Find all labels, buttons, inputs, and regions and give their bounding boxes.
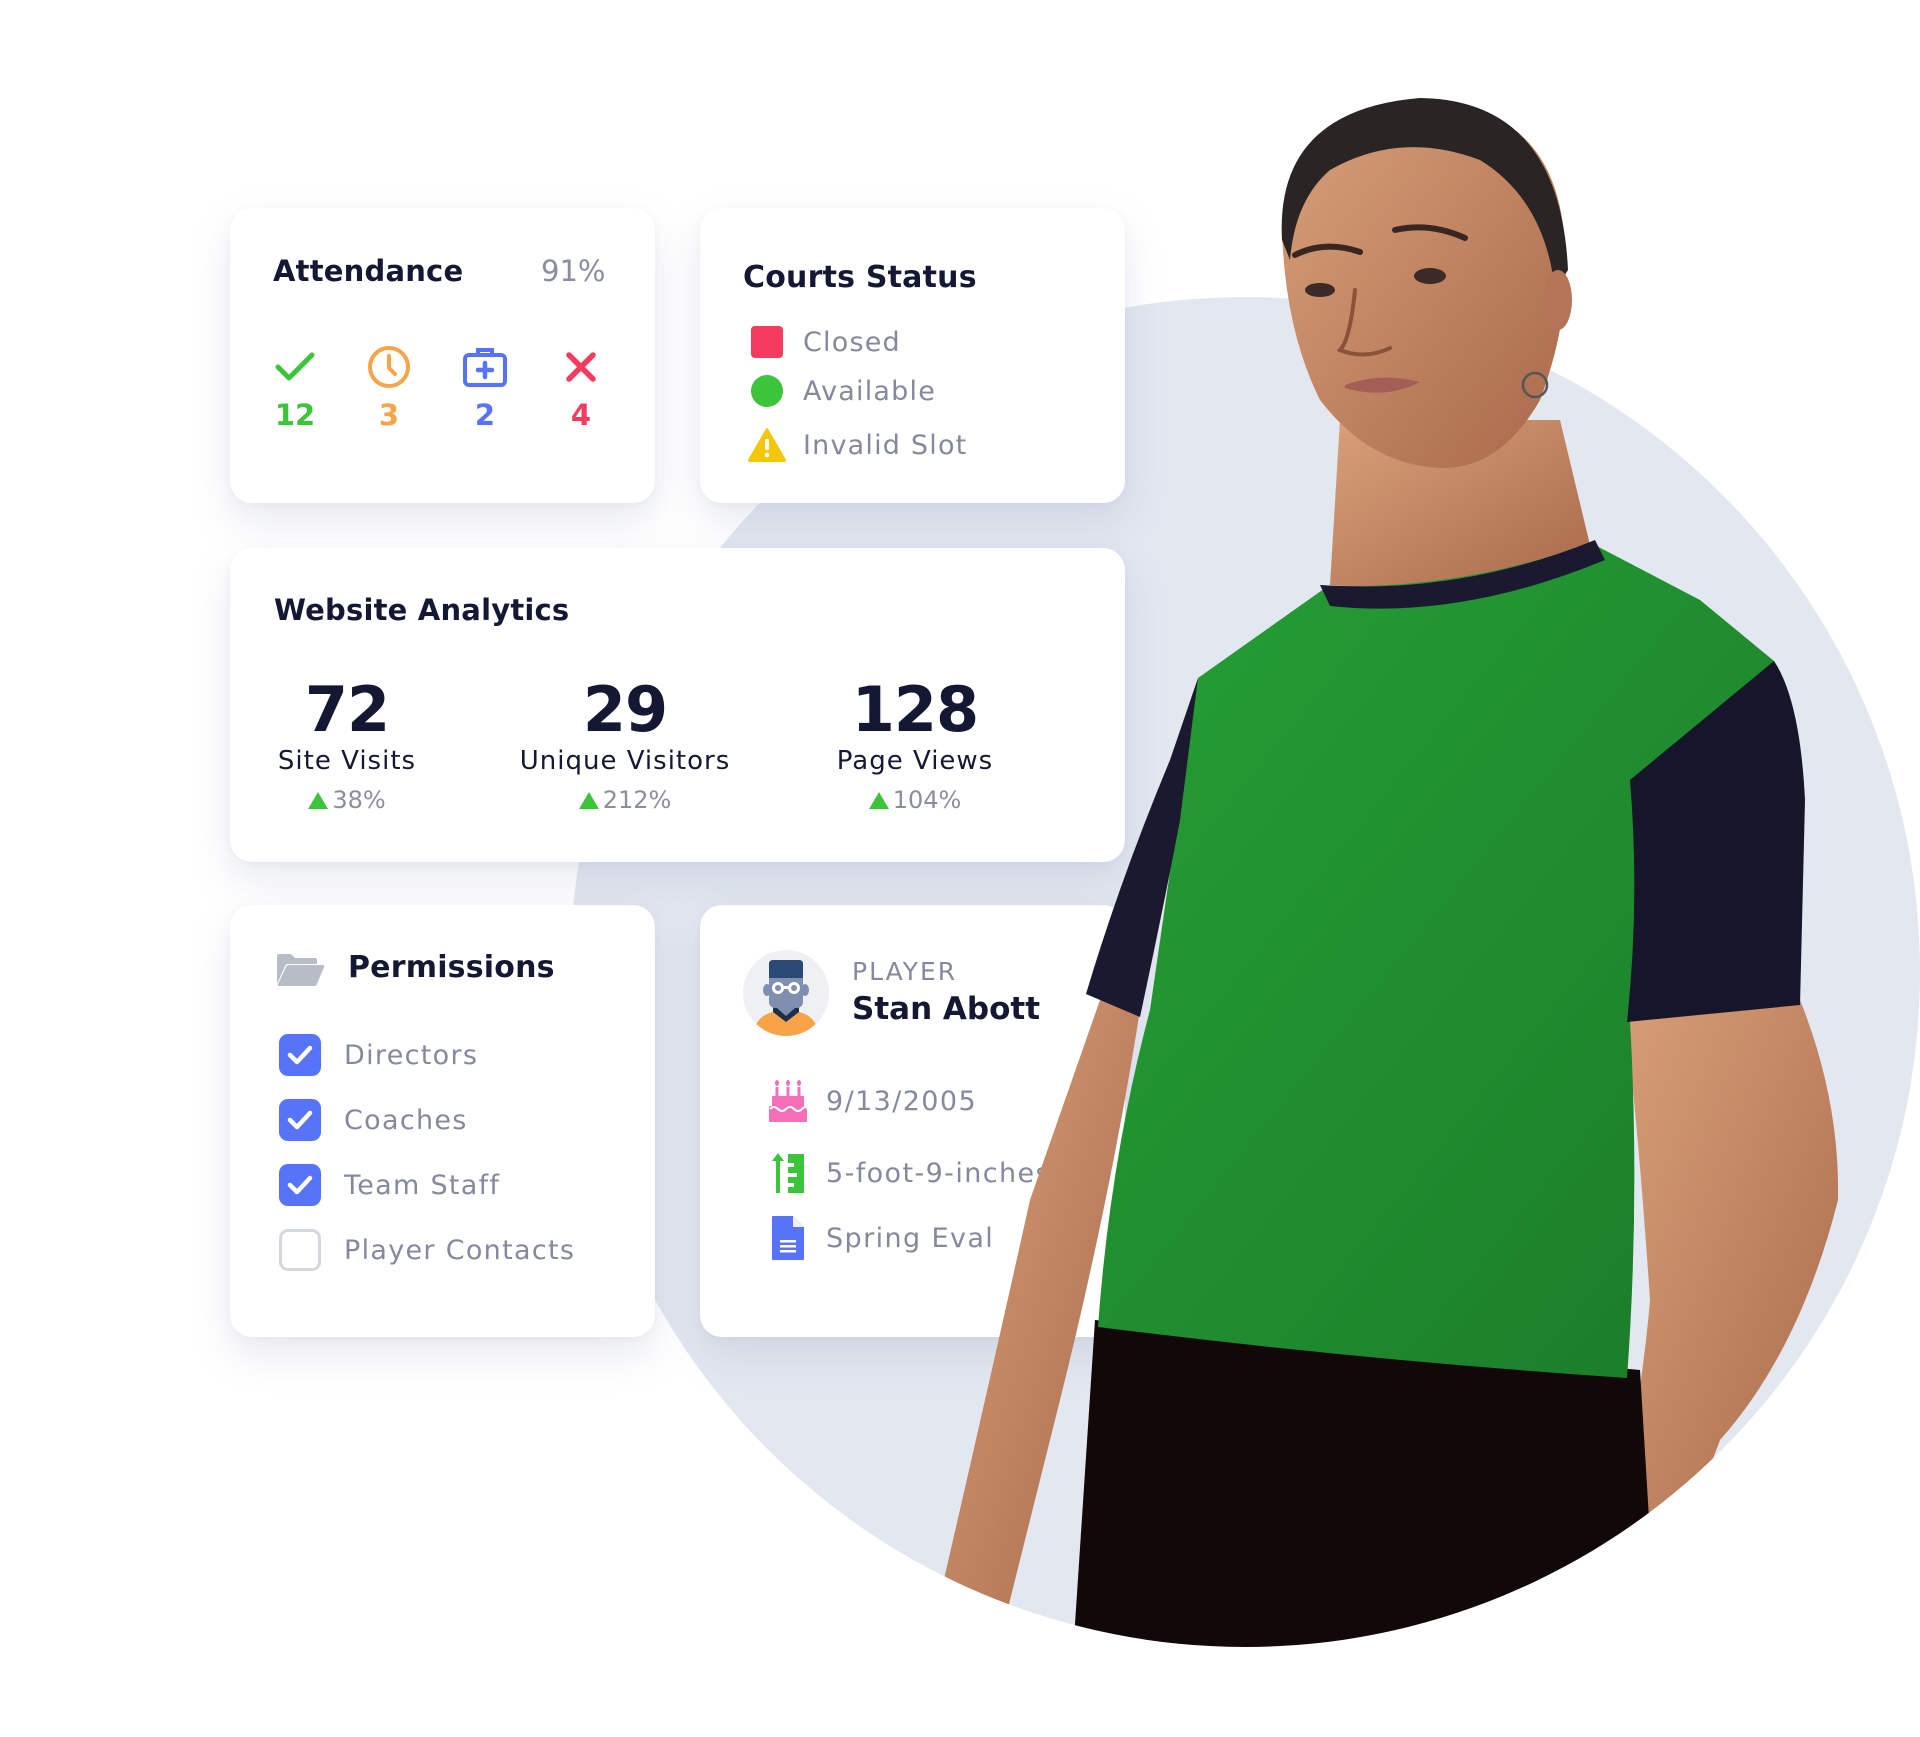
clock-icon bbox=[354, 346, 424, 388]
x-icon bbox=[546, 346, 616, 388]
court-status-label: Invalid Slot bbox=[803, 429, 968, 461]
hair bbox=[1281, 98, 1568, 290]
present-count: 12 bbox=[274, 398, 316, 432]
absent-count: 4 bbox=[570, 398, 592, 432]
stat-change-value: 38% bbox=[332, 786, 386, 814]
permission-label: Player Contacts bbox=[344, 1234, 576, 1266]
trend-up-icon bbox=[868, 791, 889, 809]
player-avatar-icon[interactable] bbox=[743, 950, 829, 1036]
stat-label: Page Views bbox=[836, 746, 994, 776]
permissions-card: Permissions Directors Coaches Team Staff… bbox=[230, 905, 655, 1337]
player-birthdate: 9/13/2005 bbox=[768, 1077, 977, 1125]
attendance-late[interactable]: 3 bbox=[354, 346, 424, 432]
stat-change: 212% bbox=[495, 786, 755, 814]
checkbox-unchecked[interactable] bbox=[279, 1229, 321, 1271]
permission-label: Team Staff bbox=[344, 1169, 501, 1201]
courts-title: Courts Status bbox=[743, 260, 977, 295]
stat-page-views[interactable]: 128 Page Views 104% bbox=[785, 673, 1045, 815]
player-detail-label: 5-foot-9-inches bbox=[826, 1157, 1051, 1189]
permission-team-staff[interactable]: Team Staff bbox=[279, 1163, 500, 1207]
player-height: 5-foot-9-inches bbox=[768, 1149, 1051, 1197]
trend-up-icon bbox=[308, 791, 329, 809]
stat-change: 38% bbox=[217, 786, 477, 814]
stat-value: 128 bbox=[851, 673, 979, 746]
check-icon bbox=[260, 346, 330, 388]
attendance-title: Attendance bbox=[273, 254, 464, 288]
excused-count: 2 bbox=[474, 398, 496, 432]
court-status-label: Available bbox=[803, 375, 937, 407]
court-status-invalid[interactable]: Invalid Slot bbox=[747, 425, 967, 465]
attendance-present[interactable]: 12 bbox=[260, 346, 330, 432]
attendance-rate: 91% bbox=[541, 254, 606, 288]
stat-label: Site Visits bbox=[277, 746, 417, 776]
warning-triangle-icon bbox=[747, 425, 787, 465]
court-status-available[interactable]: Available bbox=[747, 371, 936, 411]
document-icon bbox=[768, 1214, 808, 1262]
player-evaluation[interactable]: Spring Eval bbox=[768, 1214, 994, 1262]
permission-directors[interactable]: Directors bbox=[279, 1033, 478, 1077]
checkbox-checked[interactable] bbox=[279, 1164, 321, 1206]
analytics-title: Website Analytics bbox=[274, 593, 570, 627]
checkbox-checked[interactable] bbox=[279, 1099, 321, 1141]
late-count: 3 bbox=[378, 398, 400, 432]
court-status-closed[interactable]: Closed bbox=[747, 322, 901, 362]
stat-change-value: 212% bbox=[602, 786, 672, 814]
courts-status-card: Courts Status Closed Available Invalid S… bbox=[700, 208, 1125, 503]
birthday-cake-icon bbox=[768, 1077, 808, 1125]
website-analytics-card: Website Analytics 72 Site Visits 38% 29 … bbox=[230, 548, 1125, 862]
green-circle-icon bbox=[747, 371, 787, 411]
stat-label: Unique Visitors bbox=[519, 746, 731, 776]
checkbox-checked[interactable] bbox=[279, 1034, 321, 1076]
stat-change-value: 104% bbox=[892, 786, 962, 814]
player-role: PLAYER bbox=[852, 957, 958, 986]
stat-site-visits[interactable]: 72 Site Visits 38% bbox=[217, 673, 477, 815]
medical-kit-icon bbox=[450, 346, 520, 388]
permissions-title: Permissions bbox=[348, 950, 555, 985]
attendance-card: Attendance 91% 12 3 2 4 bbox=[230, 208, 655, 503]
trend-up-icon bbox=[578, 791, 599, 809]
permission-label: Directors bbox=[344, 1039, 479, 1071]
player-card: PLAYER Stan Abott 9/13/2005 5-foot-9-inc… bbox=[700, 905, 1125, 1337]
red-square-icon bbox=[747, 322, 787, 362]
stat-value: 29 bbox=[582, 673, 668, 746]
player-detail-label: Spring Eval bbox=[826, 1222, 995, 1254]
attendance-absent[interactable]: 4 bbox=[546, 346, 616, 432]
player-detail-label: 9/13/2005 bbox=[826, 1085, 978, 1117]
court-status-label: Closed bbox=[803, 326, 901, 358]
attendance-excused[interactable]: 2 bbox=[450, 346, 520, 432]
height-ruler-icon bbox=[768, 1149, 808, 1197]
stat-value: 72 bbox=[304, 673, 390, 746]
permission-label: Coaches bbox=[344, 1104, 468, 1136]
player-name[interactable]: Stan Abott bbox=[852, 991, 1040, 1027]
permission-player-contacts[interactable]: Player Contacts bbox=[279, 1228, 575, 1272]
stat-change: 104% bbox=[785, 786, 1045, 814]
folder-open-icon bbox=[276, 953, 326, 991]
stat-unique-visitors[interactable]: 29 Unique Visitors 212% bbox=[495, 673, 755, 815]
permission-coaches[interactable]: Coaches bbox=[279, 1098, 468, 1142]
